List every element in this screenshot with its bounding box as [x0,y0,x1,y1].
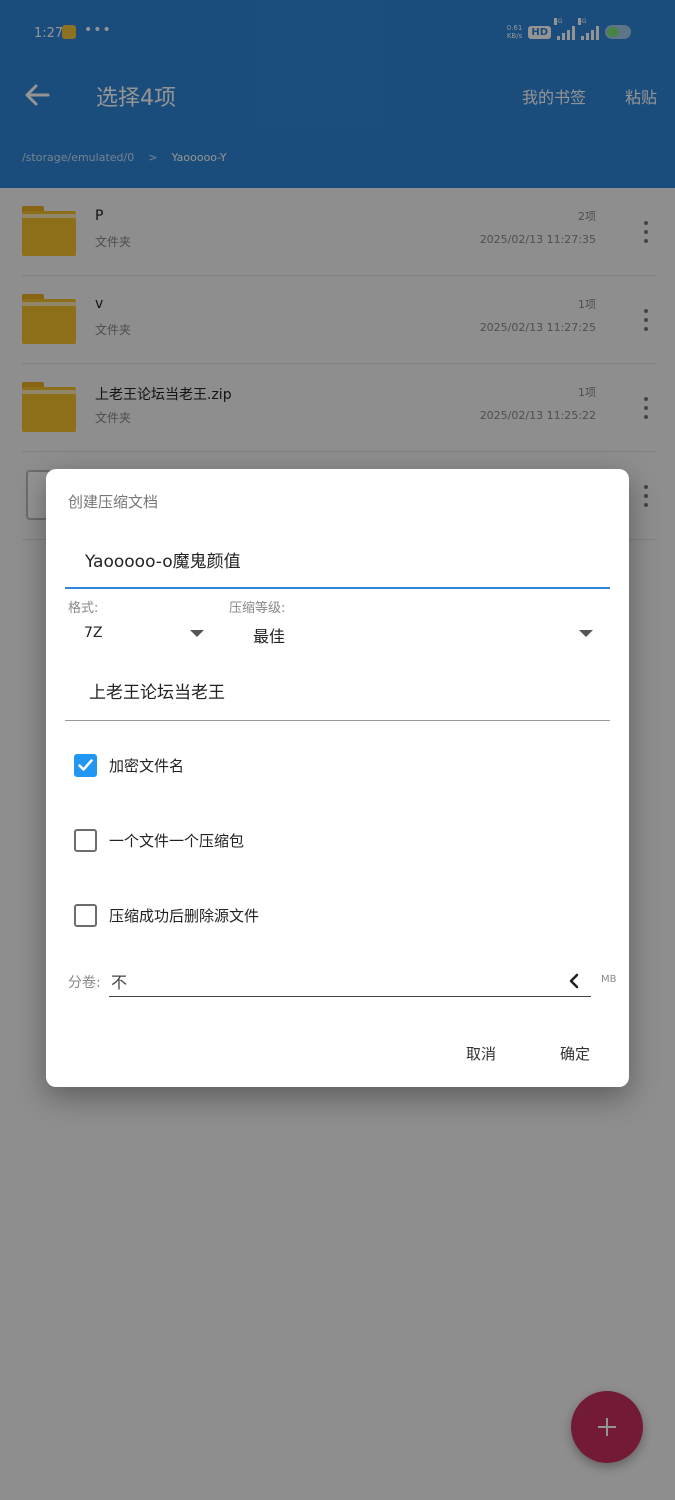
encrypt-filenames-option[interactable]: 加密文件名 [74,750,184,780]
checkbox[interactable] [74,828,97,852]
split-volume-label: 分卷: [68,975,101,991]
format-dropdown[interactable]: 7Z [68,619,211,649]
chevron-left-icon[interactable] [564,970,584,992]
format-label: 格式: [68,601,99,616]
checkbox-checked[interactable] [74,753,97,777]
delete-source-option[interactable]: 压缩成功后删除源文件 [74,900,259,930]
cancel-button[interactable]: 取消 [466,1043,496,1064]
dropdown-arrow-icon [579,630,593,637]
create-archive-dialog: 创建压缩文档 格式: 压缩等级: 7Z 最佳 加密文件名 一个文件一个压缩包 压… [46,469,629,1087]
unit-label: MB [601,974,617,985]
compression-level-dropdown[interactable]: 最佳 [229,619,604,649]
split-volume-input[interactable] [109,965,591,997]
confirm-button[interactable]: 确定 [560,1043,590,1064]
option-label: 一个文件一个压缩包 [109,831,245,850]
option-label: 加密文件名 [109,756,185,775]
dropdown-arrow-icon [190,630,204,637]
password-input[interactable] [65,661,610,721]
compression-level-label: 压缩等级: [229,601,286,616]
checkbox[interactable] [74,903,97,927]
option-label: 压缩成功后删除源文件 [109,906,260,925]
dialog-title: 创建压缩文档 [68,493,159,511]
one-archive-per-file-option[interactable]: 一个文件一个压缩包 [74,825,244,855]
archive-name-input[interactable] [65,531,610,589]
compression-level-value: 最佳 [253,627,286,646]
format-value: 7Z [84,625,103,641]
